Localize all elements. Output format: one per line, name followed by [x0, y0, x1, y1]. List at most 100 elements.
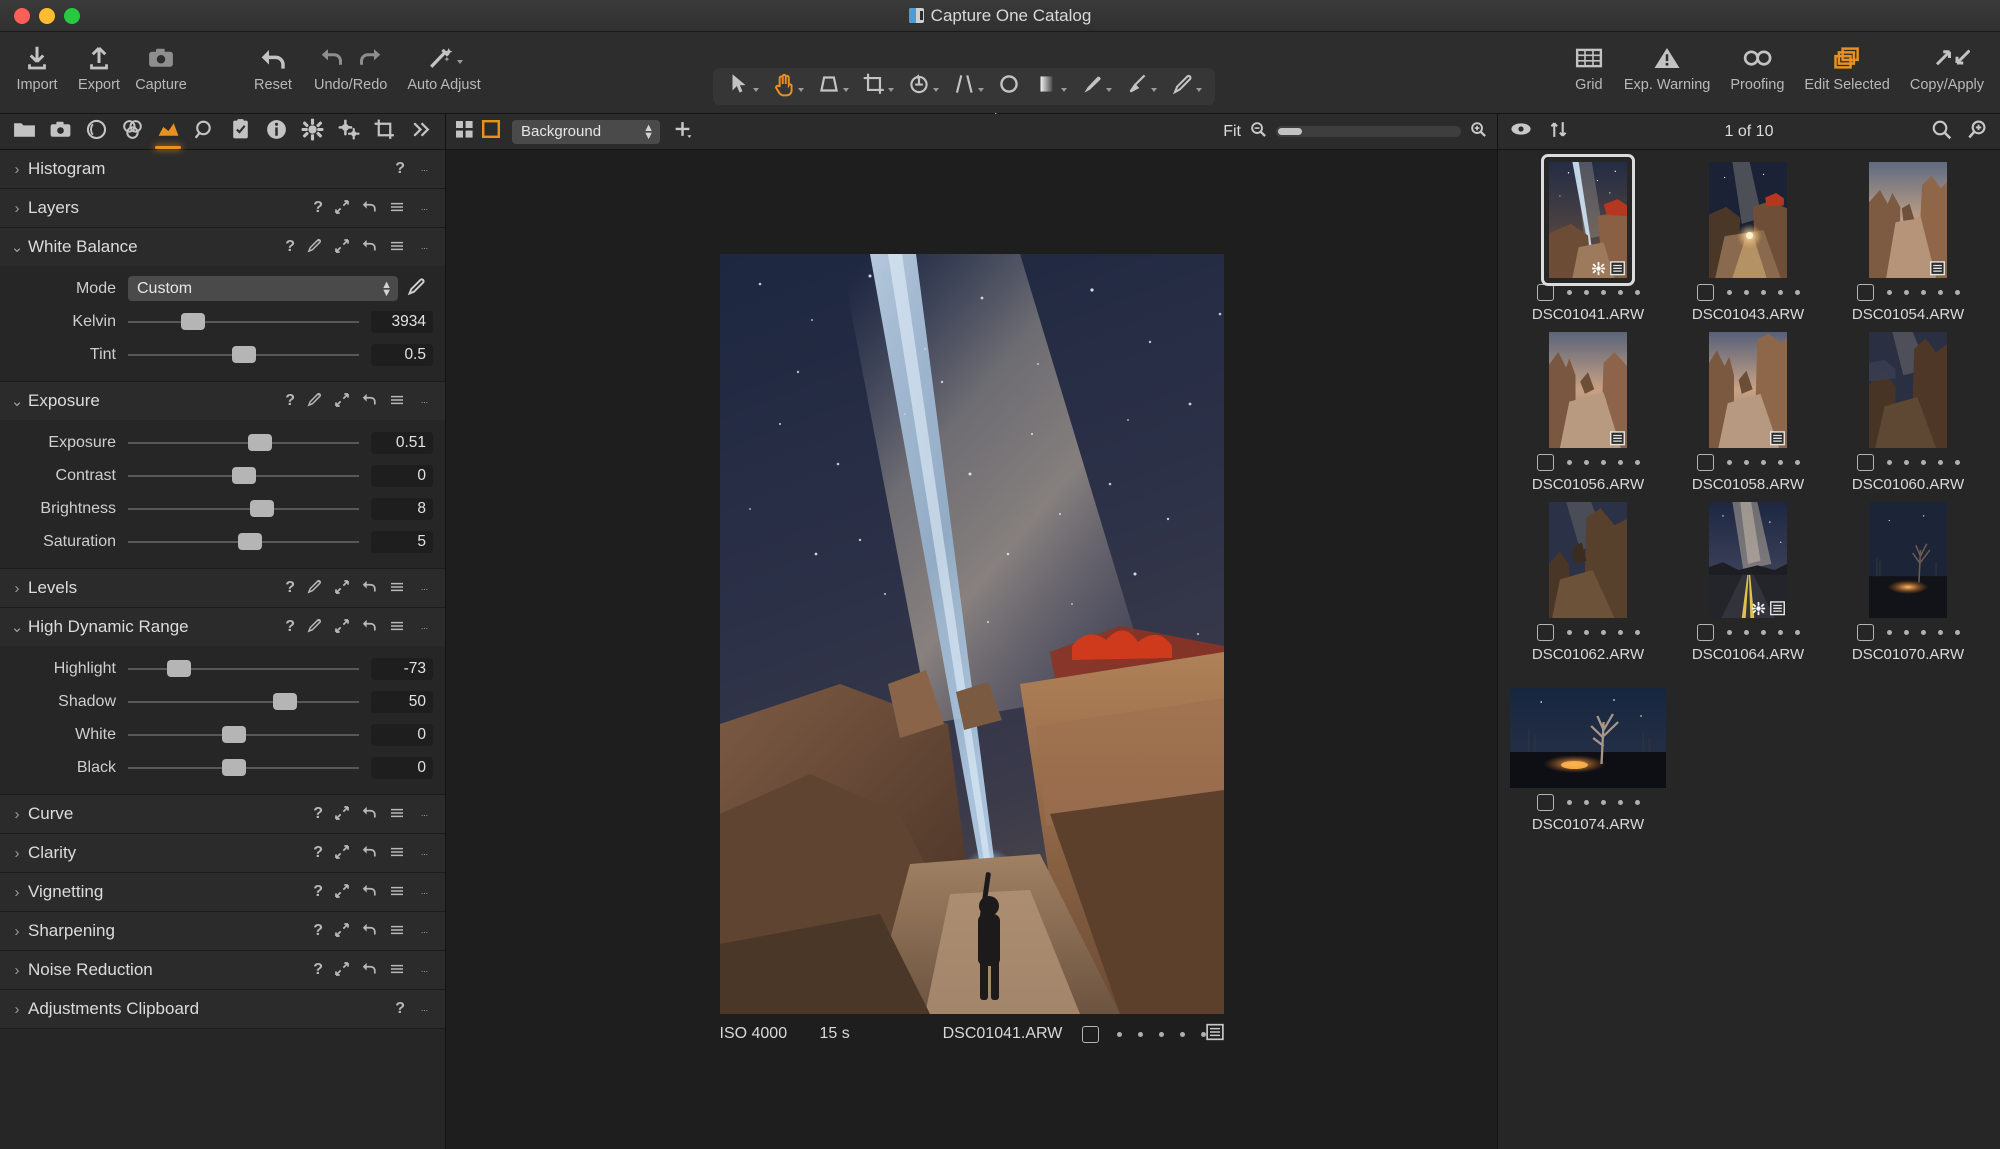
- menu-icon[interactable]: [389, 579, 405, 598]
- cursor-tool-draw-mask-brush[interactable]: [1074, 69, 1117, 104]
- thumbnail-cell[interactable]: DSC01062.ARW: [1508, 502, 1668, 663]
- help-icon[interactable]: ?: [285, 619, 295, 635]
- zoom-in-icon[interactable]: [1470, 121, 1487, 143]
- thumbnail-image[interactable]: [1869, 332, 1947, 448]
- tool-header-exposure[interactable]: ⌄ Exposure ?: [0, 382, 445, 420]
- thumbnail-box[interactable]: [1869, 162, 1947, 278]
- tool-header-clarity[interactable]: › Clarity ?: [0, 834, 445, 872]
- help-icon[interactable]: ?: [313, 806, 323, 822]
- tool-tab-capture-camera[interactable]: [42, 114, 78, 149]
- help-icon[interactable]: ?: [313, 845, 323, 861]
- rating-dot[interactable]: [1179, 1031, 1185, 1037]
- thumbnail-box[interactable]: [1869, 332, 1947, 448]
- tool-tab-output-gear[interactable]: [295, 114, 331, 149]
- rating-dot[interactable]: [1600, 290, 1606, 295]
- more-dots-icon[interactable]: [416, 846, 433, 861]
- rating-dot[interactable]: [1954, 290, 1960, 295]
- rating-dot[interactable]: [1583, 460, 1589, 465]
- slider-knob[interactable]: [249, 500, 274, 517]
- thumbnail-cell[interactable]: DSC01043.ARW: [1668, 162, 1828, 323]
- rating-dot[interactable]: [1726, 460, 1732, 465]
- value-white[interactable]: 0: [371, 723, 433, 746]
- thumbnail-box[interactable]: [1541, 154, 1635, 286]
- chevron-down-icon[interactable]: ⌄: [6, 618, 28, 636]
- more-dots-icon[interactable]: [416, 620, 433, 635]
- background-select[interactable]: Background ▲ ▼: [512, 119, 660, 144]
- chevron-right-icon[interactable]: ›: [6, 962, 28, 979]
- rating-dot[interactable]: [1743, 460, 1749, 465]
- thumbnail-rating-dots[interactable]: [1886, 630, 1960, 635]
- expand-icon[interactable]: [334, 579, 350, 598]
- add-plus-icon[interactable]: [673, 120, 692, 144]
- slider-knob[interactable]: [166, 660, 191, 677]
- thumbnail-checkbox[interactable]: [1536, 794, 1554, 811]
- thumbnail-box[interactable]: [1709, 162, 1787, 278]
- thumbnail-cell[interactable]: DSC01060.ARW: [1828, 332, 1988, 493]
- rating-dot[interactable]: [1954, 460, 1960, 465]
- thumbnail-checkbox[interactable]: [1856, 284, 1874, 301]
- rating-dot[interactable]: [1600, 460, 1606, 465]
- slider-exposure[interactable]: [128, 430, 359, 456]
- menu-icon[interactable]: [389, 922, 405, 941]
- thumbnail-checkbox[interactable]: [1856, 624, 1874, 641]
- sort-updown-icon[interactable]: [1549, 120, 1568, 144]
- more-dots-icon[interactable]: [416, 162, 433, 177]
- thumbnail-image[interactable]: [1869, 502, 1947, 618]
- reset-icon[interactable]: [361, 198, 378, 218]
- picker-icon[interactable]: [306, 391, 323, 411]
- reset-icon[interactable]: [361, 882, 378, 902]
- undo-icon[interactable]: [318, 41, 348, 76]
- slider-shadow[interactable]: [128, 689, 359, 715]
- help-icon[interactable]: ?: [313, 923, 323, 939]
- thumbnail-box[interactable]: [1869, 502, 1947, 618]
- more-dots-icon[interactable]: [416, 963, 433, 978]
- tool-tab-more-chevrons[interactable]: [403, 114, 439, 149]
- toolbar-button-reset[interactable]: Reset: [242, 32, 304, 93]
- rating-dot[interactable]: [1583, 290, 1589, 295]
- rating-dot[interactable]: [1903, 290, 1909, 295]
- slider-saturation[interactable]: [128, 529, 359, 555]
- reset-icon[interactable]: [361, 960, 378, 980]
- slider-knob[interactable]: [222, 759, 247, 776]
- rating-dot[interactable]: [1760, 290, 1766, 295]
- more-dots-icon[interactable]: [416, 807, 433, 822]
- menu-icon[interactable]: [389, 805, 405, 824]
- rating-dot[interactable]: [1794, 630, 1800, 635]
- reset-icon[interactable]: [361, 578, 378, 598]
- help-icon[interactable]: ?: [313, 962, 323, 978]
- rating-dot[interactable]: [1566, 800, 1572, 805]
- thumbnail-checkbox[interactable]: [1696, 284, 1714, 301]
- chevron-right-icon[interactable]: ›: [6, 845, 28, 862]
- rating-dot[interactable]: [1566, 290, 1572, 295]
- tool-header-levels[interactable]: › Levels ?: [0, 569, 445, 607]
- cursor-tools-bar[interactable]: [713, 68, 1215, 105]
- rating-dot[interactable]: [1617, 800, 1623, 805]
- help-icon[interactable]: ?: [313, 200, 323, 216]
- slider-knob[interactable]: [273, 693, 298, 710]
- help-icon[interactable]: ?: [285, 239, 295, 255]
- rating-dot[interactable]: [1886, 290, 1892, 295]
- rating-dot[interactable]: [1777, 460, 1783, 465]
- chevron-down-icon[interactable]: [753, 88, 759, 92]
- rating-dot[interactable]: [1583, 800, 1589, 805]
- metadata-badge-icon[interactable]: [1205, 1023, 1224, 1046]
- rating-dot[interactable]: [1794, 290, 1800, 295]
- tool-header-curve[interactable]: › Curve ?: [0, 795, 445, 833]
- thumbnail-image[interactable]: [1709, 502, 1787, 618]
- cursor-tool-crop[interactable]: [856, 69, 899, 104]
- toolbar-button-export[interactable]: Export: [68, 32, 130, 93]
- thumbnail-image[interactable]: [1549, 332, 1627, 448]
- rating-dot[interactable]: [1137, 1031, 1143, 1037]
- more-dots-icon[interactable]: [416, 394, 433, 409]
- more-dots-icon[interactable]: [416, 581, 433, 596]
- cursor-tool-spot-removal[interactable]: [991, 69, 1027, 104]
- expand-icon[interactable]: [334, 618, 350, 637]
- rating-dot[interactable]: [1794, 460, 1800, 465]
- help-icon[interactable]: ?: [285, 580, 295, 596]
- search-icon[interactable]: [1931, 119, 1952, 145]
- rating-dot[interactable]: [1158, 1031, 1164, 1037]
- expand-icon[interactable]: [334, 883, 350, 902]
- tool-tab-exposure-curve[interactable]: [150, 114, 186, 149]
- tool-tab-bar[interactable]: [0, 114, 445, 150]
- value-exposure[interactable]: 0.51: [371, 431, 433, 454]
